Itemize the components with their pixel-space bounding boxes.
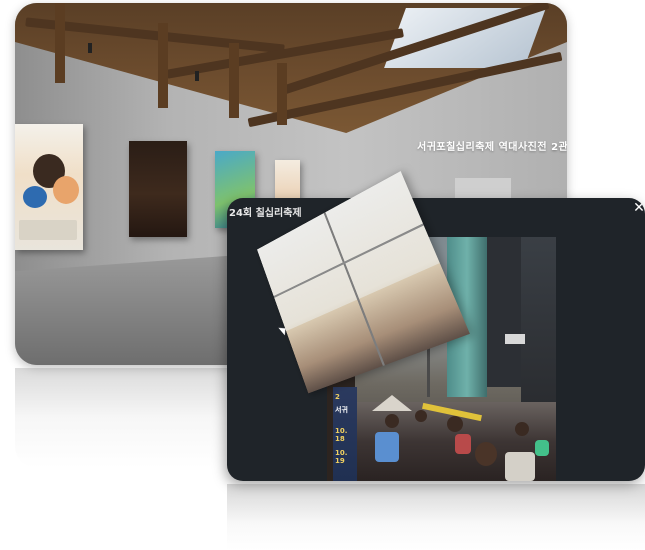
hall-title: 서귀포칠십리축제 역대사진전 2관 [417,138,567,153]
exhibit-poster[interactable] [129,141,187,237]
ceiling-post [229,43,239,118]
viewer-reflection [227,484,645,550]
viewer-title: 24회 칠십리축제 [229,204,302,219]
photo-building [487,237,521,387]
spotlight [88,43,92,53]
close-icon[interactable]: ✕ [631,200,645,216]
exhibit-poster[interactable] [15,124,83,250]
photo-signboard [505,334,525,344]
ceiling-post [158,23,168,108]
spotlight [195,71,199,81]
ceiling-post [55,3,65,83]
ceiling-post [277,63,287,125]
photo-festival-poster: 2 서귀 10. 18 10. 19 [333,387,357,481]
photo-building [521,237,556,407]
wall-plaque [455,178,511,200]
